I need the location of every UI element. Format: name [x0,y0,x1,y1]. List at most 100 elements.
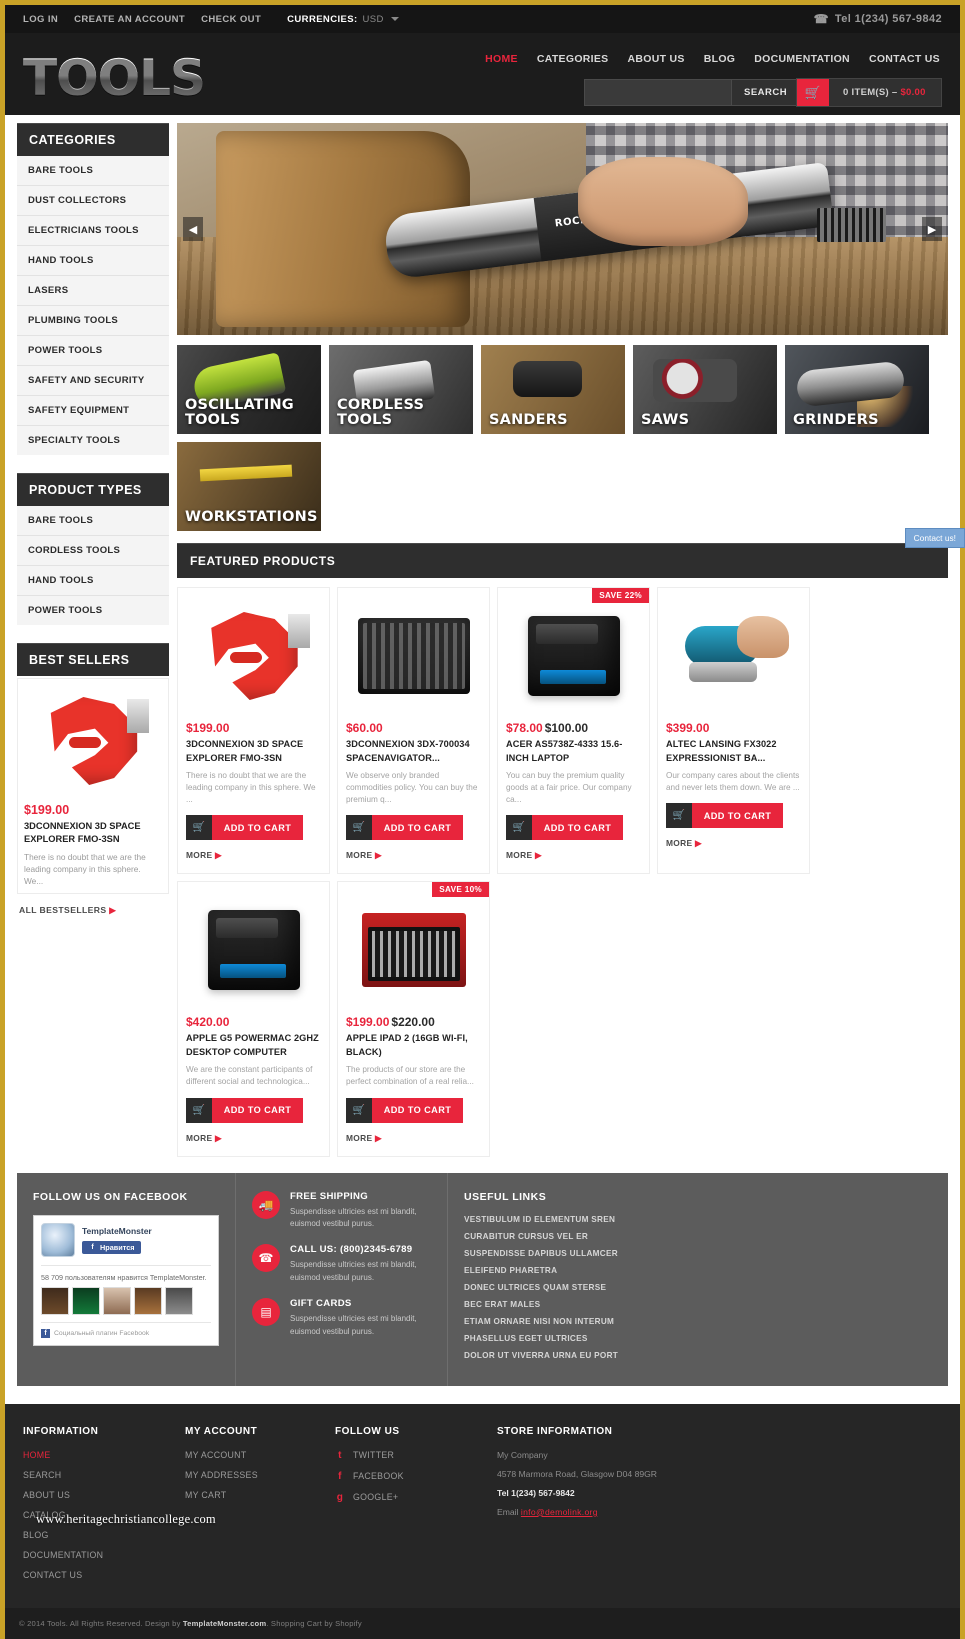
footer-link-search[interactable]: SEARCH [23,1470,179,1480]
top-link-check-out[interactable]: CHECK OUT [201,14,261,25]
chevron-down-icon[interactable] [390,17,399,21]
sidebar-type-power-tools[interactable]: POWER TOOLS [17,596,169,625]
useful-link-8[interactable]: DOLOR UT VIVERRA URNA EU PORT [464,1351,932,1360]
product-title[interactable]: APPLE IPAD 2 (16GB WI-FI, BLACK) [346,1032,481,1060]
service-description: Suspendisse ultricies est mi blandit, eu… [290,1314,417,1336]
sidebar-item-electricians-tools[interactable]: ELECTRICIANS TOOLS [17,216,169,246]
card-icon: ▤ [252,1298,280,1327]
top-link-login[interactable]: LOG IN [23,14,58,25]
product-more-link[interactable]: MORE ▶ [506,850,542,860]
sidebar-type-bare-tools[interactable]: BARE TOOLS [17,506,169,536]
sidebar-item-safety-equipment[interactable]: SAFETY EQUIPMENT [17,396,169,426]
nav-contact-us[interactable]: CONTACT US [869,53,940,65]
product-more-link[interactable]: MORE ▶ [346,850,382,860]
all-bestsellers-link[interactable]: ALL BESTSELLERS ▶ [19,905,169,916]
nav-about-us[interactable]: ABOUT US [628,53,685,65]
facebook-page-header: TemplateMonster f Нравится [41,1222,211,1257]
product-card[interactable]: SAVE 10% $199.00 $220.00 APPLE IPAD 2 (16… [337,881,490,1157]
tile-oscillating-tools[interactable]: OSCILLATING TOOLS [177,345,321,434]
footer-link-twitter[interactable]: t TWITTER [335,1450,491,1461]
hero-slider[interactable]: ROCKWELL ◀ ▶ [177,123,948,335]
tile-sanders[interactable]: SANDERS [481,345,625,434]
add-to-cart-button[interactable]: 🛒 ADD TO CART [186,815,303,841]
product-title[interactable]: 3DCONNEXION 3DX-700034 SPACENAVIGATOR... [346,738,481,766]
useful-link-2[interactable]: SUSPENDISSE DAPIBUS ULLAMCER [464,1249,932,1258]
footer-link-my-addresses[interactable]: MY ADDRESSES [185,1470,329,1480]
footer-link-blog[interactable]: BLOG [23,1530,179,1540]
store-email-link[interactable]: info@demolink.org [521,1507,598,1517]
contact-us-tab[interactable]: Contact us! [904,528,965,548]
add-to-cart-button[interactable]: 🛒 ADD TO CART [346,815,463,841]
footer-link-my-cart[interactable]: MY CART [185,1490,329,1500]
tile-workstations[interactable]: WORKSTATIONS [177,442,321,531]
footer-link-contact-us[interactable]: CONTACT US [23,1570,179,1580]
facebook-icon: f [338,1470,342,1482]
product-title[interactable]: ALTEC LANSING FX3022 EXPRESSIONIST BA... [666,738,801,766]
top-link-create-account[interactable]: CREATE AN ACCOUNT [74,14,185,25]
search-button[interactable]: SEARCH [731,79,801,106]
product-title[interactable]: ACER AS5738Z-4333 15.6-INCH LAPTOP [506,738,641,766]
nav-documentation[interactable]: DOCUMENTATION [754,53,850,65]
nav-categories[interactable]: CATEGORIES [537,53,609,65]
sidebar-item-bare-tools[interactable]: BARE TOOLS [17,156,169,186]
useful-link-4[interactable]: DONEC ULTRICES QUAM STERSE [464,1283,932,1292]
best-seller-title[interactable]: 3DCONNEXION 3D SPACE EXPLORER FMO-3SN [24,820,162,847]
sidebar-type-hand-tools[interactable]: HAND TOOLS [17,566,169,596]
product-card[interactable]: SAVE 22% $78.00 $100.00 ACER AS5738Z-4333… [497,587,650,875]
product-card[interactable]: $420.00 APPLE G5 POWERMAC 2GHZ DESKTOP C… [177,881,330,1157]
footer-link-google-plus[interactable]: g GOOGLE+ [335,1492,491,1503]
add-to-cart-button[interactable]: 🛒 ADD TO CART [666,803,783,829]
useful-link-3[interactable]: ELEIFEND PHARETRA [464,1266,932,1275]
slider-prev-arrow-icon[interactable]: ◀ [183,217,203,241]
tile-cordless-tools[interactable]: CORDLESS TOOLS [329,345,473,434]
sidebar-item-lasers[interactable]: LASERS [17,276,169,306]
useful-link-1[interactable]: CURABITUR CURSUS VEL ER [464,1232,932,1241]
facebook-widget[interactable]: TemplateMonster f Нравится 58 709 пользов… [33,1214,219,1346]
sidebar-item-hand-tools[interactable]: HAND TOOLS [17,246,169,276]
arrow-right-icon: ▶ [694,838,702,849]
sidebar-type-cordless-tools[interactable]: CORDLESS TOOLS [17,536,169,566]
footer-link-documentation[interactable]: DOCUMENTATION [23,1550,179,1560]
sidebar-item-power-tools[interactable]: POWER TOOLS [17,336,169,366]
search-input[interactable] [584,79,731,106]
footer-link-facebook[interactable]: f FACEBOOK [335,1471,491,1482]
copyright-brand[interactable]: TemplateMonster.com [183,1619,266,1628]
nav-home[interactable]: HOME [485,53,518,65]
product-card[interactable]: $60.00 3DCONNEXION 3DX-700034 SPACENAVIG… [337,587,490,875]
sidebar-item-dust-collectors[interactable]: DUST COLLECTORS [17,186,169,216]
sidebar-item-specialty-tools[interactable]: SPECIALTY TOOLS [17,426,169,455]
product-card[interactable]: $199.00 3DCONNEXION 3D SPACE EXPLORER FM… [177,587,330,875]
best-seller-card[interactable]: $199.00 3DCONNEXION 3D SPACE EXPLORER FM… [17,678,169,894]
site-logo[interactable]: TOOLS [23,53,206,103]
cart-widget[interactable]: 🛒 0 ITEM(S) – $0.00 [796,78,942,107]
currency-value[interactable]: USD [363,14,384,25]
slider-next-arrow-icon[interactable]: ▶ [922,217,942,241]
add-to-cart-button[interactable]: 🛒 ADD TO CART [346,1097,463,1123]
product-title[interactable]: APPLE G5 POWERMAC 2GHZ DESKTOP COMPUTER [186,1032,321,1060]
main-content: ROCKWELL ◀ ▶ OSCILLATING TOOLS [177,123,948,1157]
facebook-like-button[interactable]: f Нравится [82,1240,141,1254]
sidebar-item-safety-and-security[interactable]: SAFETY AND SECURITY [17,366,169,396]
footer-link-my-account[interactable]: MY ACCOUNT [185,1450,329,1460]
product-more-link[interactable]: MORE ▶ [186,1133,222,1143]
tile-saws[interactable]: SAWS [633,345,777,434]
add-to-cart-button[interactable]: 🛒 ADD TO CART [186,1097,303,1123]
footer-link-about-us[interactable]: ABOUT US [23,1490,179,1500]
product-more-link[interactable]: MORE ▶ [346,1133,382,1143]
product-card[interactable]: $399.00 ALTEC LANSING FX3022 EXPRESSIONI… [657,587,810,875]
product-more-link[interactable]: MORE ▶ [186,850,222,860]
product-title[interactable]: 3DCONNEXION 3D SPACE EXPLORER FMO-3SN [186,738,321,766]
product-art-screwdriver-kit [361,913,466,988]
product-more-link[interactable]: MORE ▶ [666,838,702,848]
tile-grinders[interactable]: GRINDERS [785,345,929,434]
useful-link-7[interactable]: PHASELLUS EGET ULTRICES [464,1334,932,1343]
add-to-cart-button[interactable]: 🛒 ADD TO CART [506,815,623,841]
cart-item-count: 0 ITEM(S) – [843,87,901,98]
useful-link-6[interactable]: ETIAM ORNARE NISI NON INTERUM [464,1317,932,1326]
footer-link-catalog[interactable]: CATALOG [23,1510,179,1520]
footer-link-home[interactable]: HOME [23,1450,179,1460]
useful-link-5[interactable]: BEC ERAT MALES [464,1300,932,1309]
sidebar-item-plumbing-tools[interactable]: PLUMBING TOOLS [17,306,169,336]
useful-link-0[interactable]: VESTIBULUM ID ELEMENTUM SREN [464,1215,932,1224]
nav-blog[interactable]: BLOG [704,53,736,65]
